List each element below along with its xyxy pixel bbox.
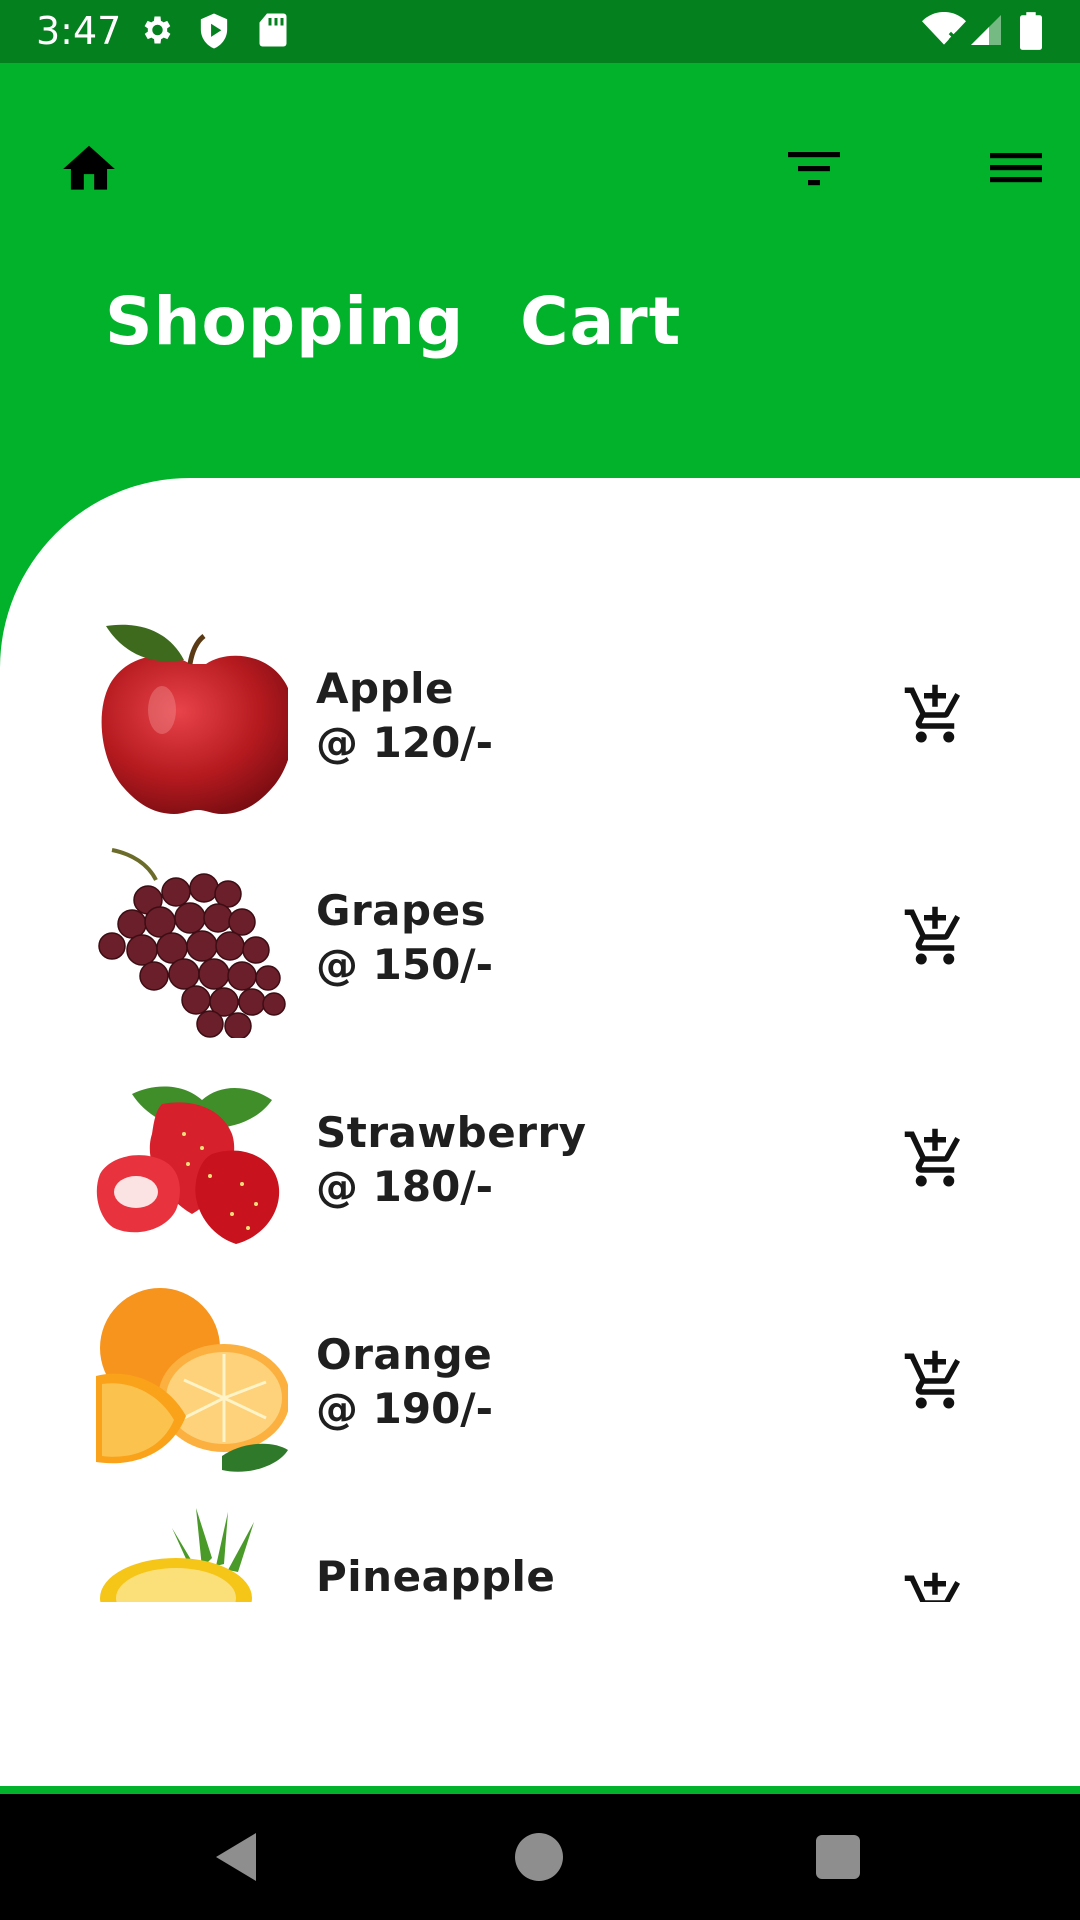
- home-button[interactable]: [58, 138, 120, 200]
- product-name: Apple: [316, 664, 455, 713]
- page-title: Shopping Cart: [105, 283, 682, 360]
- home-nav-button[interactable]: [509, 1829, 569, 1885]
- play-protect-icon: [200, 13, 228, 49]
- add-shopping-cart-icon: [904, 1128, 961, 1187]
- product-price: @ 120/-: [316, 718, 494, 767]
- sd-card-icon: [259, 13, 287, 47]
- hamburger-menu-icon: [990, 153, 1042, 183]
- add-shopping-cart-icon: [904, 906, 961, 965]
- list-item[interactable]: Apple @ 120/-: [0, 620, 1080, 816]
- wifi-icon: [922, 12, 966, 45]
- add-to-cart-button[interactable]: [902, 1126, 968, 1192]
- menu-button[interactable]: [986, 141, 1046, 193]
- strawberry-image: [96, 1086, 280, 1244]
- bottom-divider: [0, 1786, 1080, 1794]
- product-name: Grapes: [316, 886, 487, 935]
- apple-image: [101, 624, 288, 814]
- list-item[interactable]: Pineapple: [0, 1508, 1080, 1602]
- product-list[interactable]: Apple @ 120/- Grapes @ 150/- Strawberry …: [0, 620, 1080, 1602]
- home-icon: [63, 145, 115, 190]
- battery-icon: [1020, 12, 1042, 50]
- list-item[interactable]: Orange @ 190/-: [0, 1286, 1080, 1482]
- add-to-cart-button[interactable]: [902, 1348, 968, 1414]
- product-price: @ 190/-: [316, 1384, 494, 1433]
- status-time: 3:47: [36, 9, 122, 53]
- list-item[interactable]: Grapes @ 150/-: [0, 842, 1080, 1038]
- app-header: Shopping Cart: [0, 63, 1080, 478]
- product-name: Orange: [316, 1330, 493, 1379]
- system-navigation-bar: [0, 1794, 1080, 1920]
- product-name: Strawberry: [316, 1108, 587, 1157]
- filter-icon: [788, 152, 840, 186]
- add-to-cart-button[interactable]: [902, 904, 968, 970]
- home-circle-icon: [515, 1833, 563, 1881]
- pineapple-image: [100, 1508, 254, 1602]
- orange-image: [96, 1288, 288, 1472]
- settings-icon: [144, 16, 171, 44]
- add-shopping-cart-icon: [904, 1350, 961, 1409]
- list-item[interactable]: Strawberry @ 180/-: [0, 1064, 1080, 1260]
- add-to-cart-button[interactable]: [902, 682, 968, 748]
- filter-button[interactable]: [784, 143, 844, 193]
- status-bar: 3:47: [0, 0, 1080, 63]
- add-shopping-cart-icon: [904, 684, 961, 743]
- product-name: Pineapple: [316, 1552, 556, 1601]
- add-shopping-cart-icon: [904, 1572, 961, 1602]
- recents-button[interactable]: [808, 1829, 868, 1885]
- back-button[interactable]: [208, 1829, 268, 1885]
- product-list-panel: Apple @ 120/- Grapes @ 150/- Strawberry …: [0, 478, 1080, 1788]
- recents-square-icon: [816, 1835, 860, 1879]
- back-triangle-icon: [216, 1833, 256, 1881]
- add-to-cart-button[interactable]: [902, 1570, 968, 1602]
- grapes-image: [98, 848, 286, 1038]
- product-price: @ 180/-: [316, 1162, 494, 1211]
- product-price: @ 150/-: [316, 940, 494, 989]
- cell-signal-icon: [971, 15, 1001, 45]
